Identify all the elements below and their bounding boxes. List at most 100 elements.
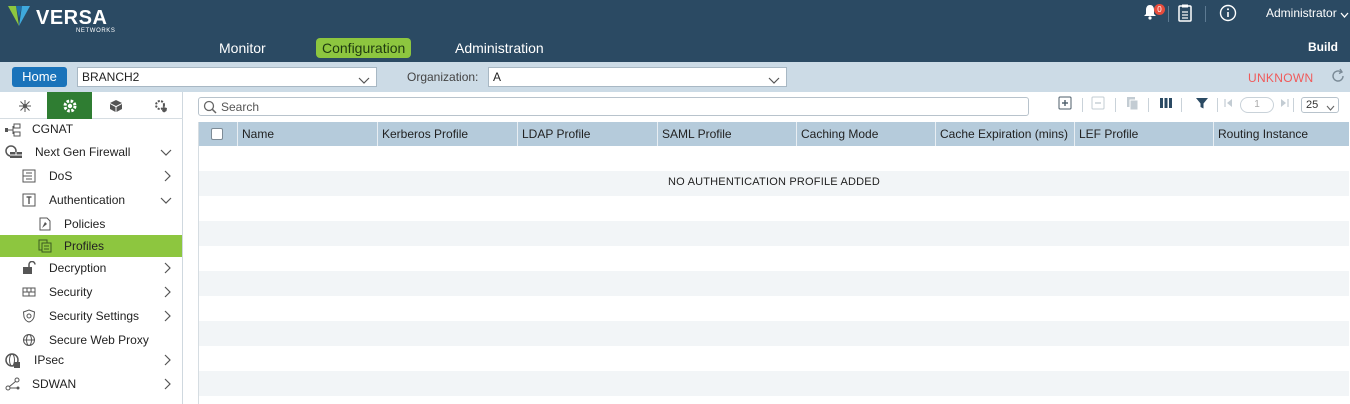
sidebar-item-decryption[interactable]: Decryption xyxy=(0,257,182,279)
toolbar-divider xyxy=(1148,98,1149,112)
gear-shield-icon xyxy=(154,99,167,112)
sidebar-item-label: Decryption xyxy=(49,261,107,275)
select-all-checkbox[interactable] xyxy=(211,128,223,140)
organization-label: Organization: xyxy=(407,70,479,84)
tab-others[interactable] xyxy=(138,92,183,119)
chevron-right-icon xyxy=(164,286,172,301)
sidebar-item-ipsec[interactable]: IPsec xyxy=(0,349,182,371)
table-row xyxy=(199,146,1349,171)
policies-icon xyxy=(38,217,52,231)
sidebar: CGNAT Next Gen Firewall DoS Authenticati… xyxy=(0,92,183,404)
clone-icon[interactable] xyxy=(1126,96,1140,114)
columns-icon[interactable] xyxy=(1159,96,1173,114)
home-button[interactable]: Home xyxy=(12,67,67,87)
tab-objects[interactable] xyxy=(93,92,138,119)
brand-subtitle: NETWORKS xyxy=(76,28,116,34)
sidebar-item-label: Security xyxy=(49,285,93,299)
sidebar-item-security-settings[interactable]: Security Settings xyxy=(0,305,182,327)
nav-administration[interactable]: Administration xyxy=(455,38,544,58)
nav-monitor[interactable]: Monitor xyxy=(219,38,266,58)
profiles-table: Name Kerberos Profile LDAP Profile SAML … xyxy=(198,122,1349,404)
sidebar-item-next-gen-firewall[interactable]: Next Gen Firewall xyxy=(0,141,182,163)
organization-select-value: A xyxy=(493,70,502,84)
tab-services[interactable] xyxy=(47,92,92,119)
versa-logo-mark-icon xyxy=(8,6,30,26)
toolbar-divider xyxy=(1181,98,1182,112)
clipboard-icon[interactable] xyxy=(1178,4,1196,22)
authentication-icon xyxy=(22,193,36,207)
column-header-saml-profile[interactable]: SAML Profile xyxy=(657,122,796,146)
sidebar-item-authentication[interactable]: Authentication xyxy=(0,189,182,211)
build-link[interactable]: Build xyxy=(1308,40,1338,54)
sdwan-icon xyxy=(5,377,20,391)
chevron-down-icon xyxy=(1326,101,1335,115)
sidebar-item-label: Policies xyxy=(64,217,106,231)
sidebar-item-sdwan[interactable]: SDWAN xyxy=(0,373,182,395)
chevron-right-icon xyxy=(164,170,172,185)
chevron-down-icon xyxy=(768,72,780,90)
next-page-icon[interactable] xyxy=(1279,96,1289,114)
sidebar-item-cgnat[interactable]: CGNAT xyxy=(0,119,182,141)
tab-network[interactable] xyxy=(2,92,47,119)
sidebar-item-label: CGNAT xyxy=(32,122,74,136)
sidebar-item-security[interactable]: Security xyxy=(0,281,182,303)
chevron-right-icon xyxy=(164,262,172,277)
sidebar-item-profiles[interactable]: Profiles xyxy=(0,235,182,257)
sidebar-item-secure-web-proxy[interactable]: Secure Web Proxy xyxy=(0,329,182,351)
sidebar-item-label: Authentication xyxy=(49,193,126,207)
refresh-icon[interactable] xyxy=(1330,68,1346,87)
column-header-name[interactable]: Name xyxy=(237,122,377,146)
sidebar-item-label: DoS xyxy=(49,169,73,183)
page-size-select[interactable]: 25 xyxy=(1301,97,1339,113)
appliance-select[interactable]: BRANCH2 xyxy=(77,67,377,87)
column-header-kerberos-profile[interactable]: Kerberos Profile xyxy=(377,122,517,146)
context-bar: Home BRANCH2 Organization: A UNKNOWN xyxy=(0,62,1350,92)
filter-icon[interactable] xyxy=(1195,96,1209,114)
column-header-routing-instance[interactable]: Routing Instance xyxy=(1213,122,1349,146)
chevron-right-icon xyxy=(164,378,172,393)
table-row xyxy=(199,271,1349,296)
chevron-down-icon xyxy=(160,146,172,160)
chevron-down-icon[interactable] xyxy=(1340,7,1349,21)
sidebar-item-dos[interactable]: DoS xyxy=(0,165,182,187)
header-divider xyxy=(1168,6,1169,22)
chevron-down-icon xyxy=(160,194,172,208)
toolbar-divider xyxy=(1217,98,1218,112)
sidebar-item-label: Next Gen Firewall xyxy=(35,145,131,159)
add-icon[interactable] xyxy=(1058,96,1072,114)
table-row xyxy=(199,246,1349,271)
notification-badge: 0 xyxy=(1154,4,1165,15)
sidebar-tabs xyxy=(0,92,183,119)
toolbar-divider xyxy=(1115,98,1116,112)
cube-icon xyxy=(109,99,122,112)
chevron-right-icon xyxy=(164,310,172,325)
info-icon[interactable] xyxy=(1219,4,1237,22)
column-header-ldap-profile[interactable]: LDAP Profile xyxy=(517,122,657,146)
gear-icon xyxy=(63,99,76,112)
toolbar-divider xyxy=(1293,98,1294,112)
table-row xyxy=(199,321,1349,346)
toolbar-divider xyxy=(1082,98,1083,112)
unlock-icon xyxy=(22,260,36,275)
table-header: Name Kerberos Profile LDAP Profile SAML … xyxy=(199,122,1349,146)
table-row xyxy=(199,371,1349,396)
column-header-cache-expiration[interactable]: Cache Expiration (mins) xyxy=(935,122,1074,146)
page-number[interactable]: 1 xyxy=(1240,97,1274,113)
nav-configuration[interactable]: Configuration xyxy=(316,38,412,58)
search-input[interactable] xyxy=(221,99,1021,114)
appliance-select-value: BRANCH2 xyxy=(82,70,140,84)
column-header-lef-profile[interactable]: LEF Profile xyxy=(1074,122,1213,146)
sync-status: UNKNOWN xyxy=(1248,71,1314,85)
organization-select[interactable]: A xyxy=(488,67,787,87)
user-menu[interactable]: Administrator xyxy=(1266,6,1337,20)
remove-icon[interactable] xyxy=(1091,96,1105,114)
sidebar-item-policies[interactable]: Policies xyxy=(0,213,182,235)
search-field[interactable] xyxy=(198,97,1029,116)
sidebar-item-label: Security Settings xyxy=(49,309,140,323)
versa-logo[interactable]: VERSA NETWORKS xyxy=(6,4,126,36)
sidebar-item-label: IPsec xyxy=(34,353,65,367)
previous-page-icon[interactable] xyxy=(1224,96,1234,114)
table-row xyxy=(199,296,1349,321)
column-header-caching-mode[interactable]: Caching Mode xyxy=(796,122,935,146)
globe-icon xyxy=(22,333,36,347)
